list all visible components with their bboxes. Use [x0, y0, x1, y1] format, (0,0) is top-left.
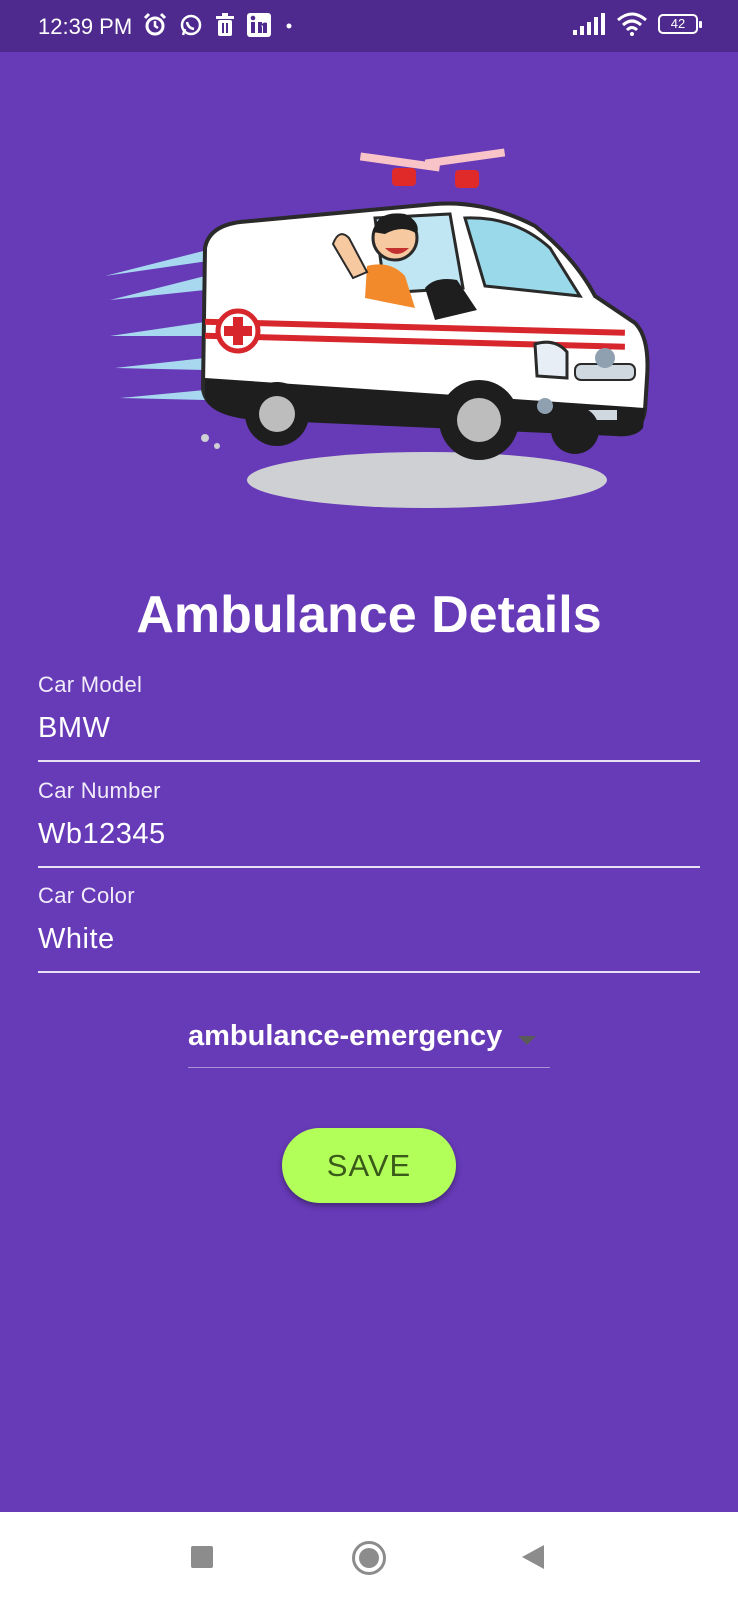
car-number-field[interactable]: Car Number Wb12345: [38, 778, 700, 868]
recents-icon[interactable]: [191, 1546, 213, 1568]
navigation-bar: [0, 1512, 738, 1600]
signal-icon: [573, 13, 605, 35]
dropdown-selected-value: ambulance-emergency: [188, 1020, 503, 1052]
chevron-down-icon[interactable]: [518, 1036, 536, 1045]
alarm-icon: [143, 12, 167, 36]
whatsapp-icon: [180, 14, 202, 36]
page-title: Ambulance Details: [136, 586, 602, 644]
back-icon[interactable]: [522, 1545, 544, 1569]
dot-icon: [286, 23, 292, 29]
wifi-icon: [617, 12, 647, 36]
car-color-field[interactable]: Car Color White: [38, 883, 700, 973]
car-color-input[interactable]: White: [38, 923, 700, 956]
battery-icon: 42: [658, 14, 702, 34]
car-model-label: Car Model: [38, 672, 143, 697]
car-model-field[interactable]: Car Model BMW: [38, 672, 700, 762]
car-model-input[interactable]: BMW: [38, 712, 700, 745]
ambulance-type-dropdown[interactable]: ambulance-emergency: [188, 1012, 550, 1068]
car-number-label: Car Number: [38, 778, 161, 803]
car-number-input[interactable]: Wb12345: [38, 818, 700, 851]
ambulance-illustration: [105, 148, 650, 508]
car-number-underline: [38, 866, 700, 868]
status-time: 12:39 PM: [38, 14, 133, 39]
trash-icon: [216, 13, 234, 36]
linkedin-icon: [247, 13, 271, 37]
status-icons-right: 42: [572, 12, 702, 36]
dropdown-underline: [188, 1067, 550, 1068]
car-color-underline: [38, 971, 700, 973]
car-model-underline: [38, 760, 700, 762]
save-button[interactable]: SAVE: [282, 1128, 456, 1203]
home-icon[interactable]: [352, 1541, 386, 1575]
status-icons-left: [142, 12, 296, 38]
status-bar: 12:39 PM 42: [0, 0, 738, 52]
car-color-label: Car Color: [38, 883, 135, 908]
